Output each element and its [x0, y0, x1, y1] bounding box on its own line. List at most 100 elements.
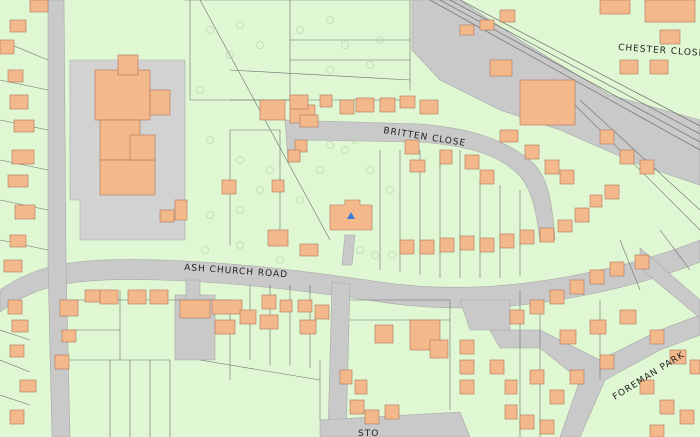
building	[159, 209, 175, 223]
central-south-road	[327, 281, 351, 437]
building	[644, 0, 696, 23]
building	[509, 309, 525, 325]
building	[299, 319, 317, 335]
building	[489, 59, 513, 77]
building	[84, 289, 101, 303]
building	[99, 159, 156, 196]
map-canvas[interactable]: ASH CHURCH ROAD BRITTEN CLOSE CHESTER CL…	[0, 0, 700, 437]
building	[179, 299, 211, 319]
building	[539, 419, 555, 435]
building	[529, 369, 545, 385]
building	[349, 399, 365, 415]
building	[604, 184, 620, 200]
building	[479, 237, 495, 253]
building	[499, 9, 516, 23]
building	[634, 254, 650, 270]
building	[117, 54, 139, 76]
building	[479, 169, 495, 185]
building	[459, 235, 475, 251]
building	[569, 369, 585, 385]
building	[299, 114, 319, 128]
building	[504, 404, 518, 420]
building	[504, 379, 518, 395]
building	[261, 294, 277, 310]
building	[589, 194, 603, 208]
building	[29, 0, 49, 13]
building	[429, 339, 449, 359]
building	[99, 289, 119, 305]
building	[314, 304, 330, 320]
building	[459, 24, 475, 36]
building	[404, 139, 420, 155]
building	[267, 229, 289, 247]
building	[7, 299, 23, 315]
building	[3, 259, 23, 273]
building	[529, 299, 545, 315]
building	[609, 261, 625, 277]
building	[259, 99, 286, 121]
building	[9, 344, 25, 358]
building	[9, 19, 27, 33]
building	[59, 299, 79, 317]
building	[619, 149, 635, 165]
building	[419, 99, 439, 115]
building	[289, 94, 309, 110]
building	[364, 409, 380, 425]
building	[439, 149, 453, 165]
building	[384, 404, 400, 420]
building	[239, 309, 257, 325]
building	[149, 89, 171, 116]
building	[19, 379, 37, 393]
building	[129, 134, 156, 161]
building	[339, 99, 355, 115]
building	[459, 359, 475, 375]
building	[574, 207, 590, 223]
building	[459, 339, 475, 355]
building	[659, 29, 681, 45]
building	[589, 269, 605, 285]
building	[319, 94, 333, 108]
building	[0, 39, 15, 55]
building	[599, 129, 615, 145]
building	[54, 354, 70, 370]
building	[379, 97, 396, 113]
building	[354, 379, 368, 395]
building	[544, 159, 560, 175]
building	[499, 129, 519, 143]
building	[355, 97, 375, 113]
building	[287, 149, 301, 163]
building	[479, 19, 495, 31]
building	[539, 227, 555, 243]
building	[297, 299, 313, 313]
building	[221, 179, 237, 195]
building	[399, 95, 416, 109]
service-road-south	[185, 279, 201, 301]
building	[399, 239, 415, 255]
building	[279, 299, 293, 313]
building	[599, 0, 631, 15]
building	[489, 359, 505, 375]
building	[9, 234, 27, 248]
map-svg[interactable]: ASH CHURCH ROAD BRITTEN CLOSE CHESTER CL…	[0, 0, 700, 437]
building	[374, 324, 394, 344]
building	[559, 169, 575, 185]
building	[339, 369, 353, 385]
building	[559, 329, 577, 345]
building	[639, 159, 655, 175]
building	[11, 149, 35, 165]
building	[459, 379, 475, 395]
building	[679, 409, 695, 425]
building	[409, 159, 426, 173]
building	[11, 319, 29, 333]
building	[557, 219, 573, 233]
building	[499, 233, 515, 249]
building	[271, 179, 285, 193]
building	[649, 424, 665, 437]
building	[619, 309, 637, 325]
building	[7, 69, 24, 83]
building	[689, 359, 700, 375]
building	[524, 144, 540, 160]
label-partial-bottom: STO	[358, 429, 379, 437]
building	[9, 94, 29, 110]
building	[519, 79, 576, 126]
